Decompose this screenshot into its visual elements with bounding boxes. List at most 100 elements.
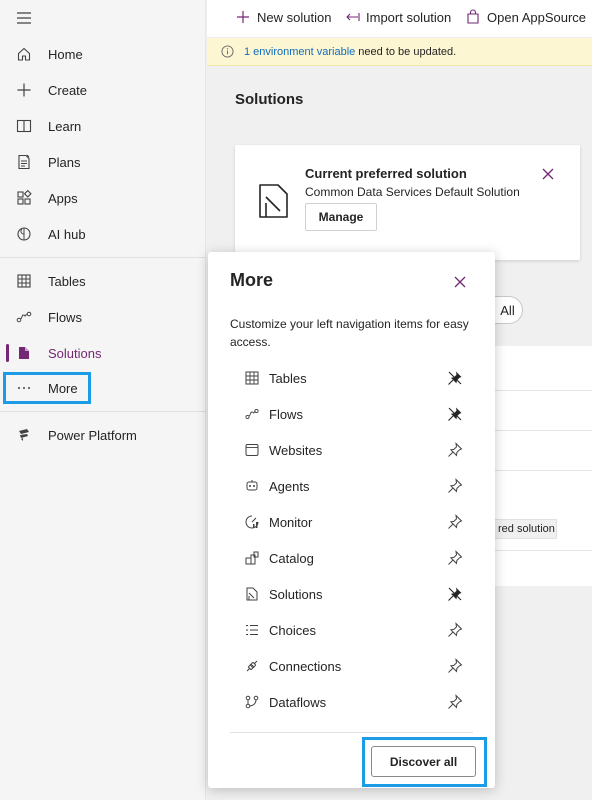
- flyout-item-agents[interactable]: Agents: [230, 468, 473, 504]
- flyout-item-label: Connections: [269, 658, 342, 674]
- new-solution-button[interactable]: New solution: [235, 9, 331, 25]
- choices-icon: [244, 622, 260, 638]
- nav-item-label: Create: [48, 82, 88, 98]
- table-icon: [14, 271, 34, 291]
- nav-item-label: Flows: [48, 309, 82, 325]
- list-row-divider: [493, 390, 592, 391]
- command-bar: New solution Import solution Open AppSou…: [207, 0, 592, 38]
- flyout-item-label: Choices: [269, 622, 316, 638]
- nav-item-label: Solutions: [48, 345, 102, 361]
- pinned-icon[interactable]: [446, 369, 464, 387]
- close-icon[interactable]: [452, 274, 468, 290]
- nav-item-create[interactable]: Create: [0, 73, 206, 107]
- nav-item-label: Learn: [48, 118, 82, 134]
- plus-icon: [14, 80, 34, 100]
- nav-item-home[interactable]: Home: [0, 37, 206, 71]
- card-subtitle: Common Data Services Default Solution: [305, 185, 520, 199]
- home-icon: [14, 44, 34, 64]
- monitor-icon: [244, 514, 260, 530]
- flyout-divider: [230, 732, 473, 733]
- open-appsource-button[interactable]: Open AppSource: [465, 9, 586, 25]
- agents-icon: [244, 478, 260, 494]
- notification-banner: 1 environment variable need to be update…: [207, 38, 592, 66]
- flyout-item-label: Monitor: [269, 514, 313, 530]
- flyout-item-label: Catalog: [269, 550, 314, 566]
- shopping-bag-icon: [465, 9, 481, 25]
- plans-icon: [14, 152, 34, 172]
- flyout-item-monitor[interactable]: Monitor: [230, 504, 473, 540]
- nav-item-tables[interactable]: Tables: [0, 264, 206, 298]
- discover-all-button[interactable]: Discover all: [371, 746, 476, 777]
- ai-hub-icon: [14, 224, 34, 244]
- hamburger-menu-icon[interactable]: [14, 9, 34, 27]
- flyout-title: More: [230, 270, 274, 290]
- import-solution-button[interactable]: Import solution: [344, 9, 451, 25]
- banner-text: need to be updated.: [358, 45, 457, 58]
- nav-item-power-platform[interactable]: Power Platform: [0, 418, 206, 452]
- nav-item-label: AI hub: [48, 226, 86, 242]
- open-appsource-label: Open AppSource: [487, 9, 587, 25]
- list-row-divider: [493, 430, 592, 431]
- pinned-icon[interactable]: [446, 585, 464, 603]
- flyout-item-label: Dataflows: [269, 694, 327, 710]
- nav-item-label: Power Platform: [48, 427, 137, 443]
- close-icon[interactable]: [541, 167, 555, 181]
- pin-icon[interactable]: [446, 477, 464, 495]
- nav-item-learn[interactable]: Learn: [0, 109, 206, 143]
- manage-button[interactable]: Manage: [305, 203, 377, 231]
- pin-icon[interactable]: [446, 441, 464, 459]
- flyout-item-catalog[interactable]: Catalog: [230, 540, 473, 576]
- nav-item-flows[interactable]: Flows: [0, 300, 206, 334]
- nav-item-ai-hub[interactable]: AI hub: [0, 217, 206, 251]
- table-icon: [244, 370, 260, 386]
- book-icon: [14, 116, 34, 136]
- pin-icon[interactable]: [446, 549, 464, 567]
- flyout-item-websites[interactable]: Websites: [230, 432, 473, 468]
- filter-all-pill[interactable]: All: [493, 296, 523, 324]
- environment-variable-link[interactable]: 1 environment variable: [244, 46, 355, 58]
- flyout-item-label: Solutions: [269, 586, 323, 602]
- pin-icon[interactable]: [446, 513, 464, 531]
- nav-item-apps[interactable]: Apps: [0, 181, 206, 215]
- page-title: Solutions: [235, 91, 304, 108]
- more-flyout-panel: More Customize your left navigation item…: [208, 252, 495, 788]
- solutions-icon: [244, 586, 260, 602]
- card-title: Current preferred solution: [305, 166, 467, 181]
- flyout-item-choices[interactable]: Choices: [230, 612, 473, 648]
- preferred-solution-tag: red solution: [493, 519, 557, 539]
- flyout-item-connections[interactable]: Connections: [230, 648, 473, 684]
- more-highlight-box: [3, 372, 91, 404]
- nav-item-label: Tables: [48, 273, 86, 289]
- connections-icon: [244, 658, 260, 674]
- nav-item-label: Plans: [48, 154, 81, 170]
- pin-icon[interactable]: [446, 621, 464, 639]
- left-navigation: Home Create Learn Plans Apps AI hub Tabl…: [0, 0, 206, 800]
- list-row-divider: [493, 470, 592, 471]
- list-row-divider: [493, 550, 592, 551]
- pinned-icon[interactable]: [446, 405, 464, 423]
- plus-icon: [235, 9, 251, 25]
- flyout-item-label: Websites: [269, 442, 323, 458]
- flyout-item-label: Tables: [269, 370, 307, 386]
- flyout-item-flows[interactable]: Flows: [230, 396, 473, 432]
- nav-item-solutions[interactable]: Solutions: [0, 336, 206, 370]
- catalog-icon: [244, 550, 260, 566]
- pin-icon[interactable]: [446, 693, 464, 711]
- flows-icon: [14, 307, 34, 327]
- apps-icon: [14, 188, 34, 208]
- nav-divider: [0, 257, 206, 258]
- nav-item-plans[interactable]: Plans: [0, 145, 206, 179]
- flyout-item-solutions[interactable]: Solutions: [230, 576, 473, 612]
- preferred-solution-card: Current preferred solution Common Data S…: [235, 145, 580, 260]
- info-icon: [221, 45, 234, 58]
- pin-icon[interactable]: [446, 657, 464, 675]
- import-arrow-icon: [344, 9, 360, 25]
- new-solution-label: New solution: [257, 9, 332, 25]
- flyout-description: Customize your left navigation items for…: [230, 317, 469, 349]
- flyout-item-label: Flows: [269, 406, 303, 422]
- flyout-item-tables[interactable]: Tables: [230, 360, 473, 396]
- dataflows-icon: [244, 694, 260, 710]
- nav-item-label: Apps: [48, 190, 78, 206]
- nav-item-label: Home: [48, 46, 83, 62]
- flyout-item-dataflows[interactable]: Dataflows: [230, 684, 473, 720]
